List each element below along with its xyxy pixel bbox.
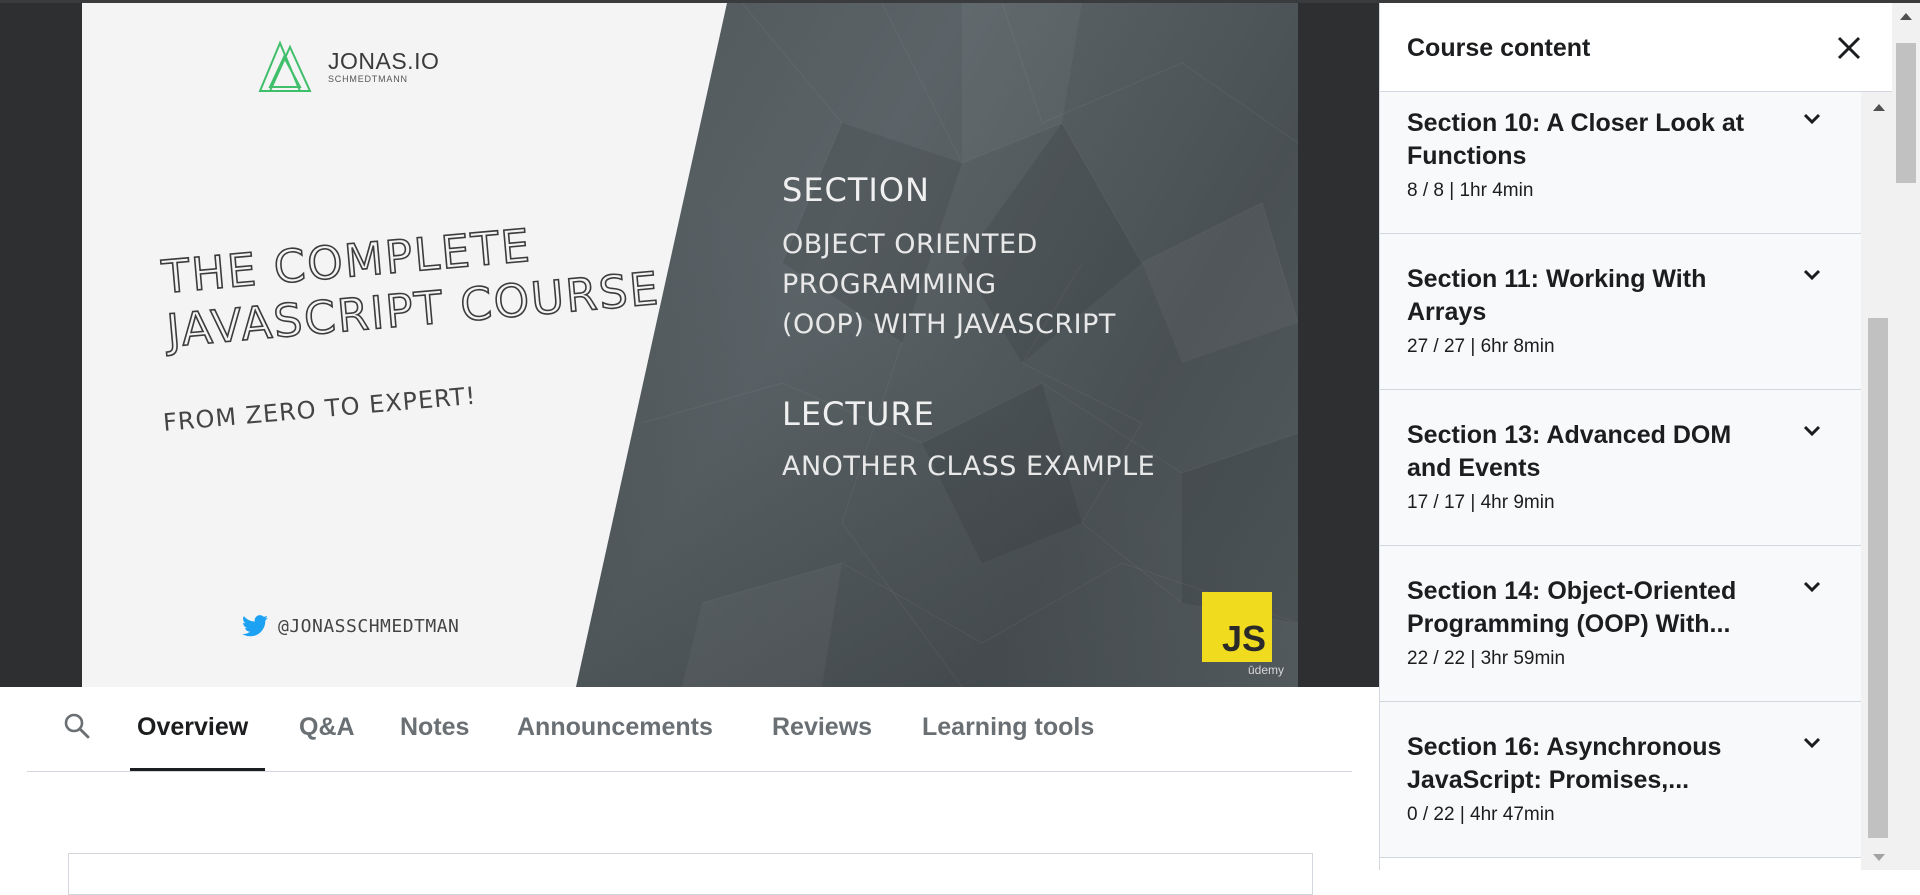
twitter-credit: @JONASSCHMEDTMAN: [242, 615, 459, 637]
section-item[interactable]: Section 11: Working With Arrays 27 / 27 …: [1380, 234, 1861, 390]
chevron-down-icon: [1803, 425, 1821, 437]
tab-learning-tools[interactable]: Learning tools: [922, 713, 1094, 742]
logo-name: JONAS.IO: [328, 48, 440, 74]
tab-overview[interactable]: Overview: [137, 713, 248, 742]
twitter-bird-icon: [242, 615, 268, 637]
logo-triangles-icon: [258, 40, 312, 92]
close-icon: [1837, 36, 1861, 60]
tab-announcements[interactable]: Announcements: [517, 713, 713, 742]
lecture-slide: JONAS.IO SCHMEDTMANN THE COMPLETE JAVASC…: [82, 3, 1298, 687]
overview-content-card: [68, 853, 1313, 895]
search-icon: [64, 713, 90, 739]
js-logo-text: JS: [1221, 618, 1266, 659]
sidebar-header: Course content: [1380, 3, 1893, 92]
section-title: Section 16: Asynchronous JavaScript: Pro…: [1407, 733, 1722, 794]
sidebar-scrollbar[interactable]: [1861, 92, 1893, 870]
twitter-handle: @JONASSCHMEDTMAN: [278, 615, 460, 637]
section-progress: 27 / 27 | 6hr 8min: [1407, 336, 1555, 357]
section-progress: 22 / 22 | 3hr 59min: [1407, 648, 1566, 669]
active-tab-indicator: [130, 768, 265, 771]
js-logo: JS: [1202, 592, 1272, 662]
section-title: Section 10: A Closer Look at Functions: [1407, 109, 1745, 170]
section-title: Section 13: Advanced DOM and Events: [1407, 421, 1732, 482]
section-progress: 8 / 8 | 1hr 4min: [1407, 180, 1534, 201]
chevron-down-icon: [1803, 737, 1821, 749]
chevron-down-icon: [1803, 269, 1821, 281]
tab-qa[interactable]: Q&A: [299, 713, 355, 742]
sidebar-scrollbar-thumb[interactable]: [1868, 318, 1888, 838]
course-subtitle: FROM ZERO TO EXPERT!: [162, 381, 478, 437]
section-item[interactable]: Section 10: A Closer Look at Functions 8…: [1380, 92, 1861, 234]
chevron-down-icon: [1803, 581, 1821, 593]
course-title: THE COMPLETE JAVASCRIPT COURSE: [159, 208, 663, 359]
jonas-logo: JONAS.IO SCHMEDTMANN: [256, 39, 439, 95]
slide-lecture-name: ANOTHER CLASS EXAMPLE: [782, 451, 1156, 482]
page-scrollbar[interactable]: [1892, 3, 1920, 870]
section-item[interactable]: Section 16: Asynchronous JavaScript: Pro…: [1380, 702, 1861, 858]
tab-notes[interactable]: Notes: [400, 713, 469, 742]
search-button[interactable]: [62, 711, 92, 741]
course-tabs: Overview Q&A Notes Announcements Reviews…: [27, 689, 1352, 772]
section-item[interactable]: Section 14: Object-Oriented Programming …: [1380, 546, 1861, 702]
section-progress: 17 / 17 | 4hr 9min: [1407, 492, 1555, 513]
video-player[interactable]: JONAS.IO SCHMEDTMANN THE COMPLETE JAVASC…: [0, 3, 1379, 687]
slide-section-label: SECTION: [782, 171, 930, 209]
page-scroll-up-arrow-icon[interactable]: [1900, 13, 1912, 20]
course-content-sidebar: Course content Section 10: A Closer Look…: [1379, 3, 1893, 870]
close-sidebar-button[interactable]: [1832, 31, 1866, 65]
page-scrollbar-thumb[interactable]: [1896, 43, 1916, 183]
slide-lecture-label: LECTURE: [782, 395, 935, 433]
slide-section-name-line1: OBJECT ORIENTED PROGRAMMING: [782, 229, 1038, 300]
section-list: Section 10: A Closer Look at Functions 8…: [1380, 92, 1861, 870]
section-item[interactable]: Section 13: Advanced DOM and Events 17 /…: [1380, 390, 1861, 546]
section-title: Section 11: Working With Arrays: [1407, 265, 1707, 326]
udemy-watermark: ūdemy: [1248, 663, 1285, 677]
logo-subname: SCHMEDTMANN: [328, 74, 408, 84]
section-title: Section 14: Object-Oriented Programming …: [1407, 577, 1737, 638]
slide-section-name: OBJECT ORIENTED PROGRAMMING (OOP) WITH J…: [782, 225, 1182, 345]
scroll-up-arrow-icon[interactable]: [1873, 104, 1885, 111]
chevron-down-icon: [1803, 113, 1821, 125]
section-progress: 0 / 22 | 4hr 47min: [1407, 804, 1555, 825]
slide-section-name-line2: (OOP) WITH JAVASCRIPT: [782, 309, 1116, 340]
scroll-down-arrow-icon[interactable]: [1873, 854, 1885, 861]
sidebar-title: Course content: [1407, 34, 1591, 62]
tab-reviews[interactable]: Reviews: [772, 713, 872, 742]
